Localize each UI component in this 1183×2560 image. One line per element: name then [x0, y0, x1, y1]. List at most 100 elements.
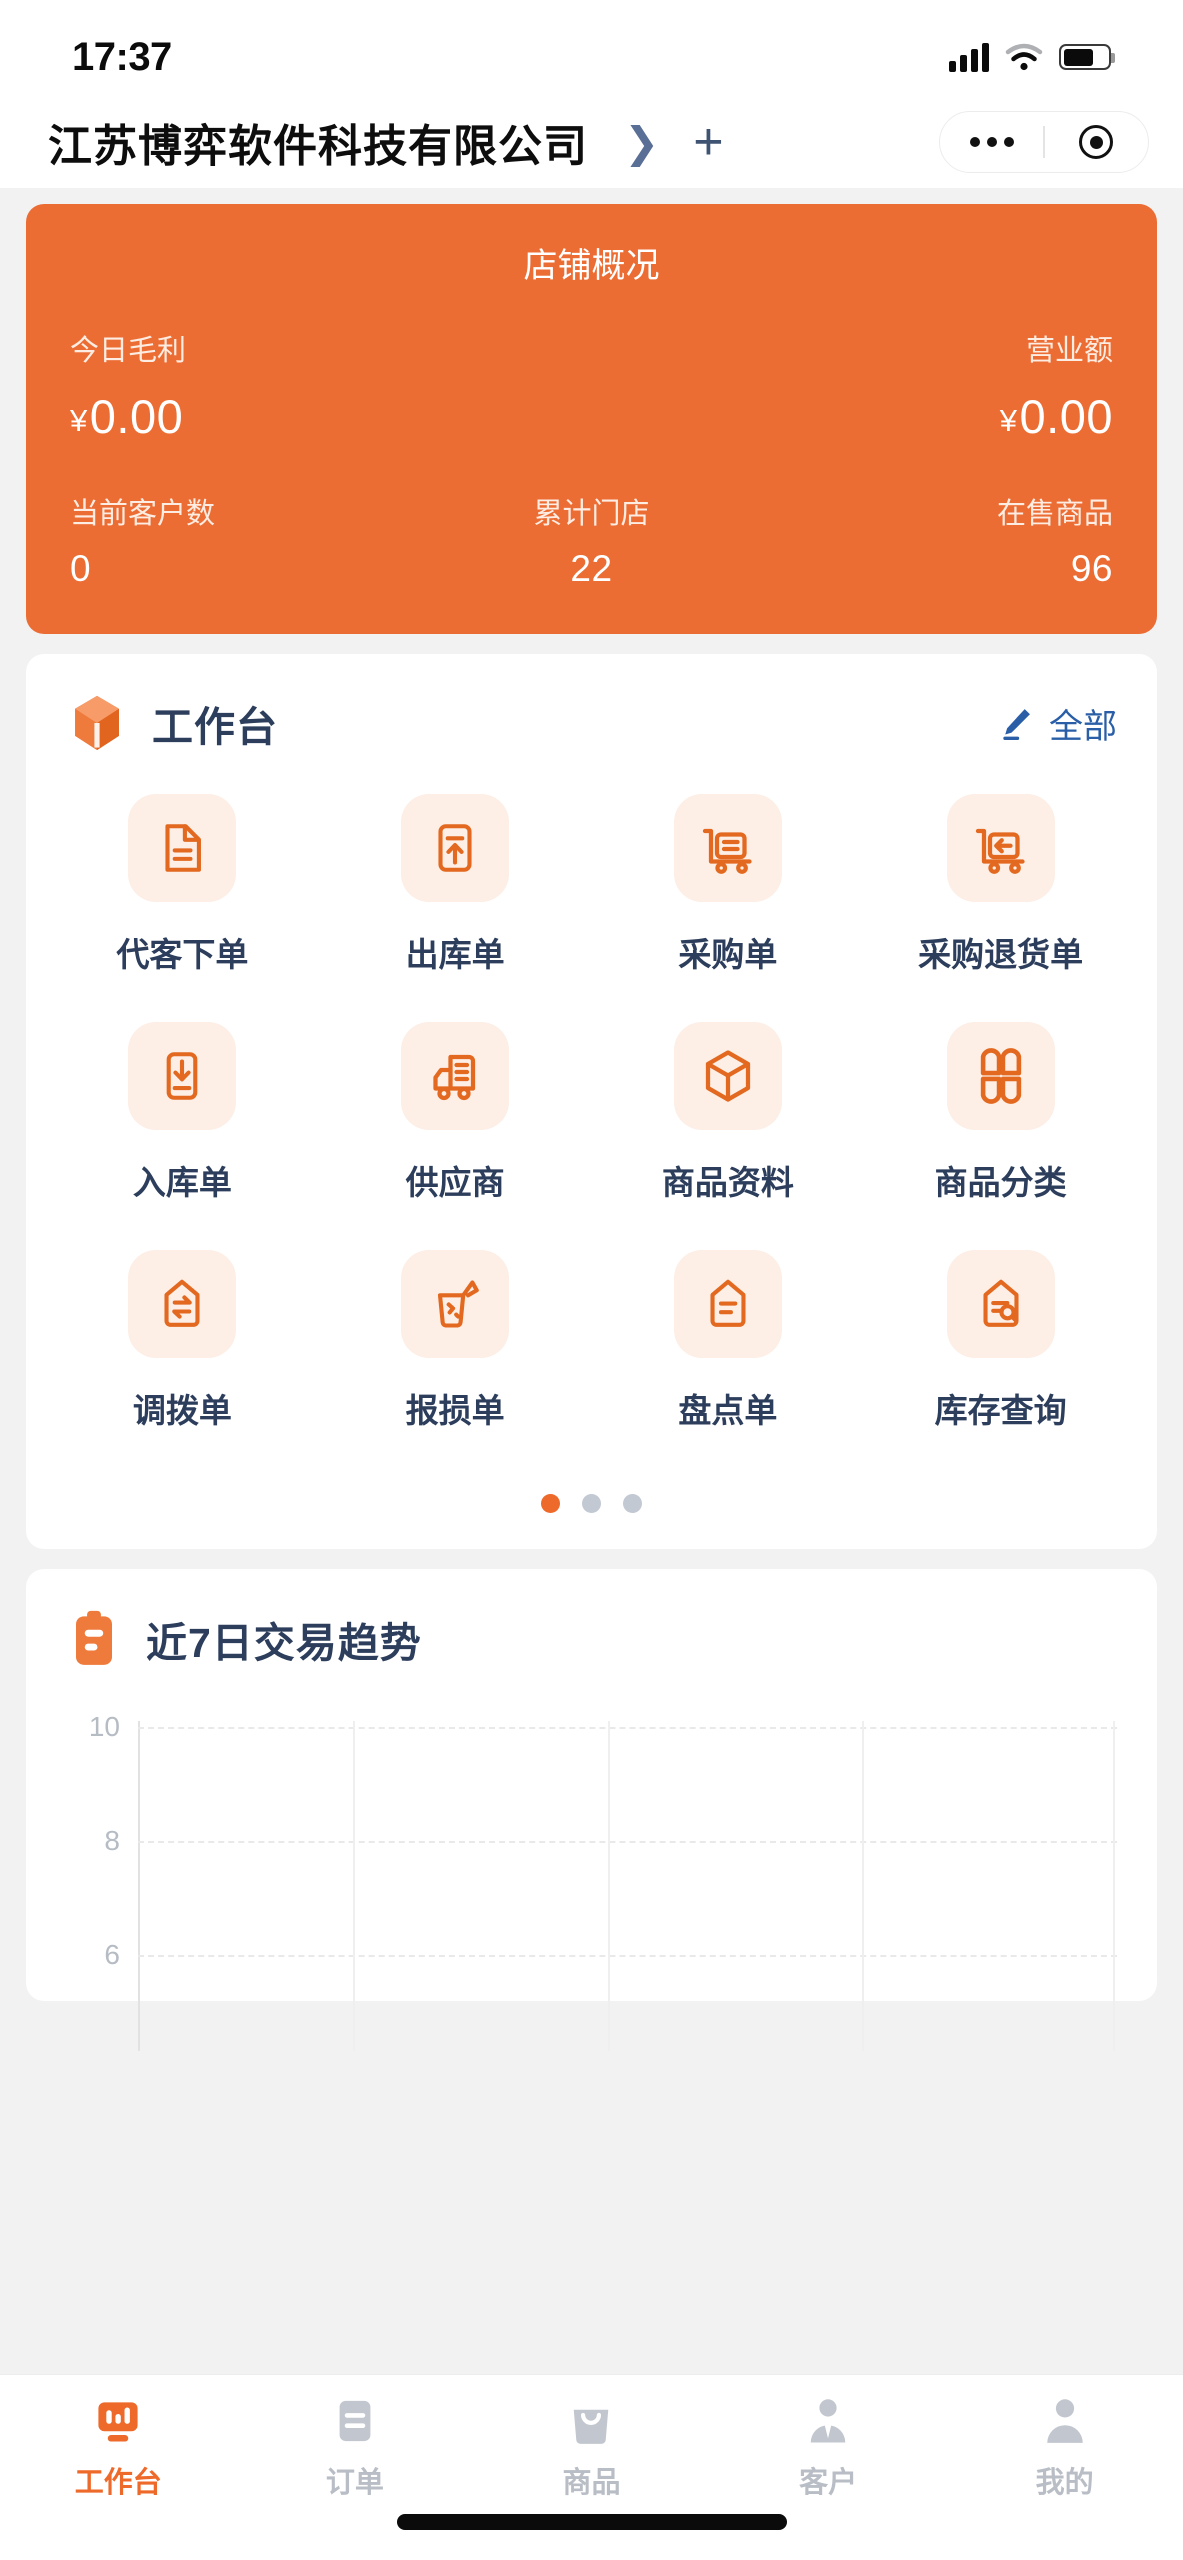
- wifi-icon: [1005, 43, 1043, 71]
- trend-card: 近7日交易趋势 10 8 6: [26, 1569, 1157, 2051]
- cart-document-icon: [702, 828, 752, 874]
- stat-today-profit: 今日毛利 ¥0.00: [70, 327, 418, 444]
- tab-products[interactable]: 商品: [473, 2393, 710, 2501]
- icon-bubble: [946, 1250, 1055, 1358]
- four-petal-grid-icon: [980, 1048, 1021, 1104]
- view-all-button[interactable]: 全部: [997, 699, 1117, 748]
- cart-arrow-left-icon: [975, 828, 1025, 874]
- stat-number: 22: [570, 548, 613, 589]
- app-label: 代客下单: [116, 936, 249, 973]
- y-tick-label: 10: [88, 1711, 120, 1742]
- clipboard-icon: [339, 2400, 371, 2442]
- stat-spacer: [418, 327, 766, 444]
- view-all-label: 全部: [1049, 707, 1117, 746]
- pencil-edit-icon: [1003, 709, 1030, 740]
- icon-bubble: [128, 1250, 237, 1358]
- icon-bubble: [128, 1022, 237, 1130]
- stat-number: 0.00: [1019, 390, 1114, 443]
- trend-chart: 10 8 6: [66, 1711, 1117, 2051]
- more-dots-icon[interactable]: [940, 112, 1043, 172]
- icon-bubble: [946, 1022, 1055, 1130]
- icon-bubble: [401, 1022, 510, 1130]
- pagination-dot-2[interactable]: [582, 1494, 601, 1513]
- app-item-diaobo-dan[interactable]: 调拨单: [46, 1250, 319, 1432]
- app-label: 商品分类: [934, 1164, 1067, 1201]
- plus-icon[interactable]: +: [693, 116, 723, 169]
- tab-mine[interactable]: 我的: [946, 2393, 1183, 2501]
- icon-bubble: [946, 794, 1055, 902]
- package-box-icon: [75, 695, 119, 751]
- pagination-dot-1[interactable]: [541, 1494, 560, 1513]
- stat-value: ¥0.00: [70, 389, 418, 444]
- clipboard-lines-icon: [710, 1279, 746, 1327]
- bar-chart-icon: [98, 2402, 138, 2442]
- app-label: 采购单: [678, 936, 778, 973]
- app-item-shangpin-ziliao[interactable]: 商品资料: [592, 1022, 865, 1204]
- shopping-bag-icon: [574, 2409, 609, 2444]
- tab-customers[interactable]: 客户: [710, 2393, 947, 2501]
- summary-title: 店铺概况: [523, 247, 660, 285]
- stat-number: 0.00: [89, 390, 184, 443]
- target-circle-icon[interactable]: [1045, 112, 1148, 172]
- app-label: 调拨单: [132, 1392, 232, 1429]
- transfer-arrows-icon: [164, 1279, 200, 1327]
- mini-program-capsule: [939, 111, 1149, 173]
- home-indicator: [396, 2514, 787, 2530]
- app-item-caigou-tuihuo-dan[interactable]: 采购退货单: [864, 794, 1137, 976]
- chevron-right-icon[interactable]: ❯: [624, 118, 659, 167]
- page-body: 店铺概况 今日毛利 ¥0.00 营业额 ¥0.00 当前客户数 0 累计门店 2…: [0, 204, 1183, 2051]
- y-axis-line: [138, 1721, 140, 2051]
- app-item-kucun-chaxun[interactable]: 库存查询: [864, 1250, 1137, 1432]
- cube-3d-icon: [705, 1050, 750, 1102]
- x-gridline: [1113, 1721, 1116, 2051]
- clipboard-orange-icon: [76, 1610, 112, 1665]
- app-item-baosun-dan[interactable]: 报损单: [319, 1250, 592, 1432]
- battery-icon: [1059, 44, 1115, 70]
- tab-label: 工作台: [74, 2467, 162, 2499]
- tab-label: 我的: [1035, 2467, 1094, 2499]
- app-label: 盘点单: [678, 1392, 778, 1429]
- document-search-icon: [983, 1279, 1019, 1327]
- app-item-ruku-dan[interactable]: 入库单: [46, 1022, 319, 1204]
- trend-header: 近7日交易趋势: [26, 1569, 1157, 1669]
- x-gridline: [353, 1721, 356, 2051]
- tab-workbench[interactable]: 工作台: [0, 2393, 237, 2501]
- x-gridline: [607, 1721, 610, 2051]
- app-item-daike-xiadan[interactable]: 代客下单: [46, 794, 319, 976]
- summary-row-2: 当前客户数 0 累计门店 22 在售商品 96: [70, 490, 1113, 590]
- app-item-gongyingshang[interactable]: 供应商: [319, 1022, 592, 1204]
- trend-title: 近7日交易趋势: [146, 1620, 422, 1666]
- pagination-dot-3[interactable]: [623, 1494, 642, 1513]
- stat-value: ¥0.00: [765, 389, 1113, 444]
- app-label: 采购退货单: [918, 936, 1084, 973]
- box-arrow-up-icon: [438, 824, 472, 872]
- stat-products-on-sale: 在售商品 96: [765, 490, 1113, 590]
- app-item-pandian-dan[interactable]: 盘点单: [592, 1250, 865, 1432]
- workbench-header: 工作台 全部: [26, 654, 1157, 764]
- person-tie-icon: [810, 2399, 846, 2443]
- icon-bubble: [401, 794, 510, 902]
- app-label: 供应商: [405, 1164, 505, 1201]
- icon-bubble: [128, 794, 237, 902]
- workbench-card: 工作台 全部 代客下单 出库单 采购单 采购退货单 入库单 供应商 商品资料 商…: [26, 654, 1157, 1549]
- app-screen: 17:37 江苏博弈软件科技有限公司 ❯ + 店铺概况 今日毛利 ¥0.00 营…: [0, 0, 1183, 2560]
- icon-bubble: [401, 1250, 510, 1358]
- app-item-chuku-dan[interactable]: 出库单: [319, 794, 592, 976]
- person-icon: [1046, 2399, 1083, 2443]
- stat-total-stores: 累计门店 22: [418, 490, 766, 590]
- stat-label: 今日毛利: [70, 335, 187, 367]
- currency-symbol: ¥: [999, 403, 1018, 438]
- app-item-caigou-dan[interactable]: 采购单: [592, 794, 865, 976]
- icon-bubble: [673, 1250, 782, 1358]
- carousel-pagination[interactable]: [26, 1488, 1157, 1549]
- bottom-tab-bar: 工作台 订单 商品 客户 我的: [0, 2374, 1183, 2560]
- stat-label: 营业额: [1026, 335, 1114, 367]
- app-item-shangpin-fenlei[interactable]: 商品分类: [864, 1022, 1137, 1204]
- stat-number: 96: [1070, 548, 1114, 589]
- tab-label: 商品: [562, 2467, 621, 2499]
- icon-bubble: [673, 794, 782, 902]
- stat-label: 累计门店: [533, 498, 650, 530]
- document-lines-icon: [165, 824, 202, 872]
- workbench-title: 工作台: [152, 704, 278, 750]
- tab-orders[interactable]: 订单: [237, 2393, 474, 2501]
